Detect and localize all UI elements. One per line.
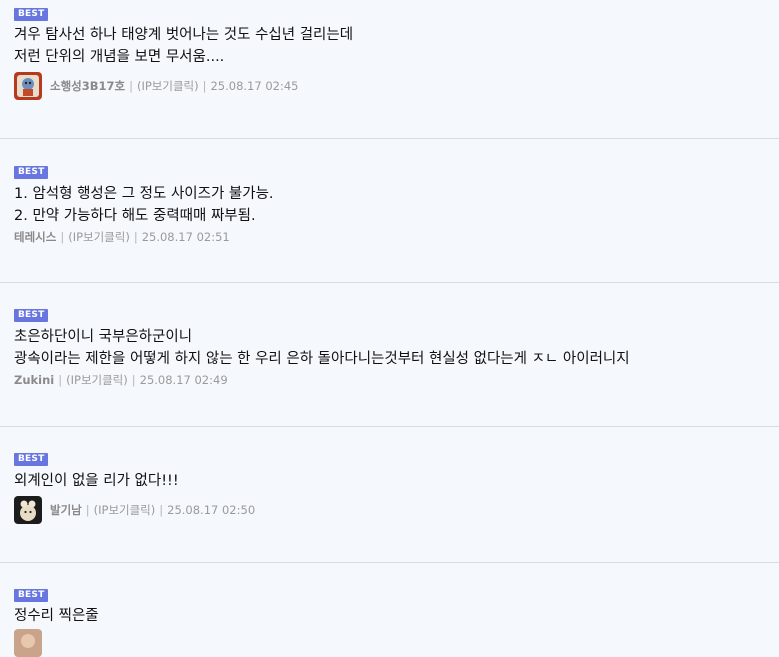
best-badge: BEST (14, 453, 49, 466)
best-badge: BEST (14, 166, 49, 179)
ip-view-link[interactable]: (IP보기클릭) (66, 372, 128, 388)
divider (0, 562, 779, 563)
comment-body: 겨우 탐사선 하나 태양계 벗어나는 것도 수십년 걸리는데 저런 단위의 개념… (14, 24, 779, 68)
best-badge: BEST (14, 8, 49, 21)
author-nickname[interactable]: 소행성3B17호 (50, 78, 125, 94)
comment-line: 저런 단위의 개념을 보면 무서움.... (14, 49, 225, 65)
comment-body: 외계인이 없을 리가 없다!!! (14, 470, 779, 492)
comment-meta: 소행성3B17호 | (IP보기클릭) | 25.08.17 02:45 (14, 72, 779, 100)
comment-meta (14, 629, 779, 657)
comment-body: 초은하단이니 국부은하군이니 광속이라는 제한을 어떻게 하지 않는 한 우리 … (14, 326, 779, 370)
best-comment: BEST 정수리 찍은줄 (0, 582, 779, 657)
comment-date: 25.08.17 02:49 (139, 373, 228, 387)
author-nickname[interactable]: 테레시스 (14, 229, 56, 245)
comment-line: 초은하단이니 국부은하군이니 (14, 329, 193, 345)
comment-date: 25.08.17 02:45 (210, 79, 299, 93)
ip-view-link[interactable]: (IP보기클릭) (137, 78, 199, 94)
separator: | (60, 230, 65, 244)
best-comment: BEST 외계인이 없을 리가 없다!!! 발기남 | (IP보기클릭) | 2… (0, 446, 779, 524)
separator: | (129, 79, 133, 93)
best-comment: BEST 겨우 탐사선 하나 태양계 벗어나는 것도 수십년 걸리는데 저런 단… (0, 1, 779, 100)
best-badge: BEST (14, 309, 49, 322)
ip-view-link[interactable]: (IP보기클릭) (94, 502, 156, 518)
best-badge: BEST (14, 589, 49, 602)
comment-line: 광속이라는 제한을 어떻게 하지 않는 한 우리 은하 돌아다니는것부터 현실성… (14, 351, 630, 367)
avatar[interactable] (14, 629, 42, 657)
comment-meta: Zukini | (IP보기클릭) | 25.08.17 02:49 (14, 372, 779, 388)
comment-date: 25.08.17 02:51 (141, 230, 230, 244)
comment-date: 25.08.17 02:50 (167, 503, 256, 517)
avatar[interactable] (14, 72, 42, 100)
comment-body: 1. 암석형 행성은 그 정도 사이즈가 불가능. 2. 만약 가능하다 해도 … (14, 183, 779, 227)
comment-meta: 테레시스 | (IP보기클릭) | 25.08.17 02:51 (14, 229, 779, 245)
separator: | (202, 79, 207, 93)
best-comment: BEST 1. 암석형 행성은 그 정도 사이즈가 불가능. 2. 만약 가능하… (0, 159, 779, 245)
separator: | (133, 230, 138, 244)
separator: | (131, 373, 136, 387)
comment-line: 2. 만약 가능하다 해도 중력때매 짜부됨. (14, 208, 256, 224)
separator: | (85, 503, 90, 517)
avatar[interactable] (14, 496, 42, 524)
comment-line: 외계인이 없을 리가 없다!!! (14, 473, 179, 489)
comment-line: 겨우 탐사선 하나 태양계 벗어나는 것도 수십년 걸리는데 (14, 27, 354, 43)
comment-list: BEST 겨우 탐사선 하나 태양계 벗어나는 것도 수십년 걸리는데 저런 단… (0, 0, 779, 657)
comment-line: 정수리 찍은줄 (14, 608, 99, 624)
comment-body: 정수리 찍은줄 (14, 605, 779, 627)
author-nickname[interactable]: Zukini (14, 373, 54, 387)
author-nickname[interactable]: 발기남 (50, 502, 82, 518)
ip-view-link[interactable]: (IP보기클릭) (68, 229, 130, 245)
best-comment: BEST 초은하단이니 국부은하군이니 광속이라는 제한을 어떻게 하지 않는 … (0, 302, 779, 388)
separator: | (159, 503, 164, 517)
comment-line: 1. 암석형 행성은 그 정도 사이즈가 불가능. (14, 186, 274, 202)
separator: | (58, 373, 63, 387)
comment-meta: 발기남 | (IP보기클릭) | 25.08.17 02:50 (14, 496, 779, 524)
divider (0, 426, 779, 427)
divider (0, 138, 779, 139)
divider (0, 282, 779, 283)
